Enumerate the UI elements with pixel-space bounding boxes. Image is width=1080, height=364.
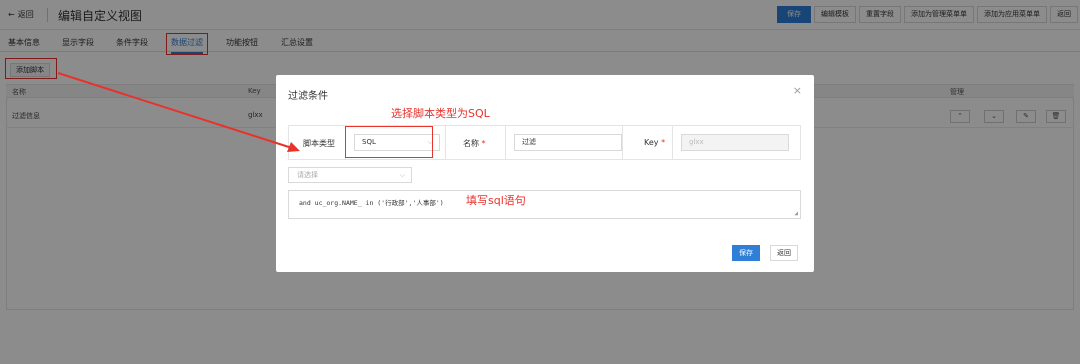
arrow-line xyxy=(57,72,293,149)
annotation-arrow xyxy=(57,72,300,152)
